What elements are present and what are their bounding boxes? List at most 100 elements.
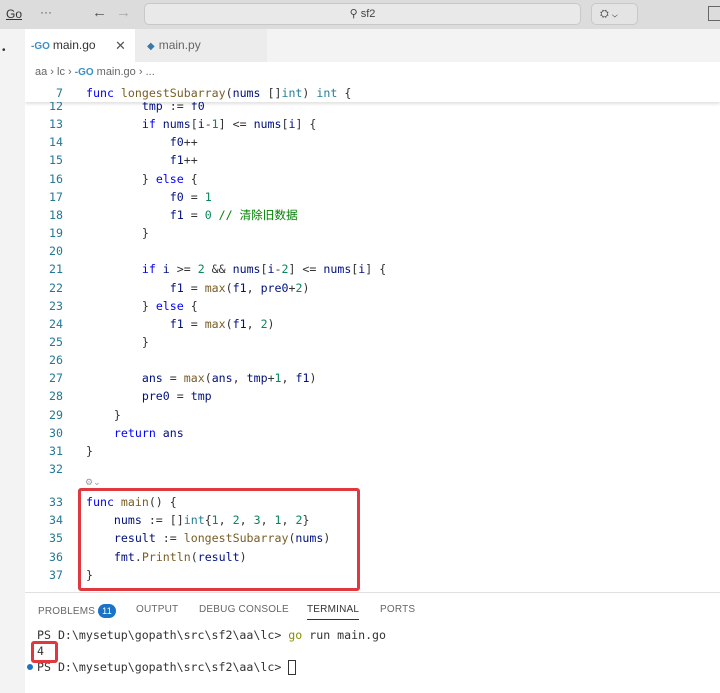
code-token: f1 <box>295 371 310 386</box>
code-token: ] { <box>295 117 317 132</box>
breadcrumb-item[interactable]: main.go <box>97 66 136 78</box>
breadcrumb-item[interactable]: ... <box>146 66 155 78</box>
code-line[interactable]: 25 } <box>25 333 720 351</box>
code-text: if nums[i-1] <= nums[i] { <box>86 115 317 133</box>
code-line[interactable]: 18 f1 = 0 // 清除旧数据 <box>25 206 720 224</box>
panel-tab-problems[interactable]: PROBLEMS 11 <box>38 604 116 618</box>
tab-main-py[interactable]: ◆ main.py <box>135 29 267 62</box>
tab-main-go[interactable]: -GO main.go ✕ <box>25 29 135 62</box>
code-token: 1 <box>204 189 212 204</box>
code-token: ] { <box>365 262 387 277</box>
code-token: } <box>86 407 121 422</box>
code-token: } <box>86 226 149 241</box>
terminal-line[interactable]: PS D:\mysetup\gopath\src\sf2\aa\lc> <box>37 660 297 675</box>
code-line[interactable]: 28 pre0 = tmp <box>25 387 720 405</box>
code-line[interactable]: 22 f1 = max(f1, pre0+2) <box>25 279 720 297</box>
code-line[interactable]: 20 <box>25 242 720 260</box>
bottom-panel: PROBLEMS 11 OUTPUT DEBUG CONSOLE TERMINAL… <box>25 592 720 693</box>
code-token: [ <box>260 262 268 277</box>
code-line[interactable]: 15 f1++ <box>25 151 720 169</box>
code-line[interactable]: 7 func longestSubarray(nums []int) int { <box>25 84 720 102</box>
line-number: 35 <box>49 531 63 546</box>
terminal-status-dot-icon <box>27 664 33 670</box>
code-line[interactable]: 17 f0 = 1 <box>25 188 720 206</box>
code-text: } else { <box>86 297 198 315</box>
copilot-button[interactable]: ⛭ ⌄ <box>591 3 638 25</box>
code-line[interactable]: 31} <box>25 442 720 460</box>
code-token: = <box>183 280 205 295</box>
breadcrumb-item[interactable]: aa <box>35 66 47 78</box>
code-line[interactable]: 21 if i >= 2 && nums[i-2] <= nums[i] { <box>25 260 720 278</box>
code-token: ( <box>204 371 212 386</box>
code-text: f1 = max(f1, 2) <box>86 315 275 333</box>
code-line[interactable]: 29 } <box>25 406 720 424</box>
code-text: } <box>86 333 149 351</box>
code-token: } <box>86 443 93 458</box>
more-menu[interactable]: ··· <box>40 5 52 19</box>
code-line[interactable]: 32 <box>25 460 720 478</box>
line-number: 19 <box>49 226 63 241</box>
code-token: tmp <box>246 371 268 386</box>
code-token: - <box>204 117 212 132</box>
code-token: = <box>183 189 205 204</box>
line-number: 34 <box>49 513 63 528</box>
code-token: + <box>267 371 275 386</box>
code-token: else <box>155 171 184 186</box>
code-line[interactable]: 14 f0++ <box>25 133 720 151</box>
line-number: 32 <box>49 462 63 476</box>
code-token: 2 <box>260 316 268 331</box>
code-token: ( <box>225 280 233 295</box>
code-token: , <box>232 371 247 386</box>
close-icon[interactable]: ✕ <box>115 29 126 62</box>
tab-label: PROBLEMS <box>38 606 96 617</box>
code-token: f0 <box>169 189 184 204</box>
problems-badge: 11 <box>98 604 116 618</box>
code-token: nums <box>253 117 282 132</box>
code-token: f1 <box>232 316 247 331</box>
code-token: nums <box>162 117 191 132</box>
terminal-cursor <box>288 660 297 675</box>
code-line[interactable]: 24 f1 = max(f1, 2) <box>25 315 720 333</box>
command-center-search[interactable]: ⚲ sf2 <box>144 3 581 25</box>
title-bar: Go ··· ← → ⚲ sf2 ⛭ ⌄ <box>0 0 720 29</box>
panel-tab-output[interactable]: OUTPUT <box>136 604 178 615</box>
code-text: } <box>86 442 93 460</box>
code-token: ) <box>267 316 275 331</box>
line-number: 30 <box>49 425 63 440</box>
breadcrumb-item[interactable]: lc <box>57 66 65 78</box>
search-icon: ⚲ <box>349 8 361 20</box>
code-token: int <box>316 86 338 100</box>
code-token: ) <box>302 280 310 295</box>
code-token: ] <= <box>218 117 254 132</box>
back-arrow-icon[interactable]: ← <box>92 4 107 21</box>
code-token: f1 <box>169 316 184 331</box>
code-text: if i >= 2 && nums[i-2] <= nums[i] { <box>86 260 386 278</box>
panel-tab-debug-console[interactable]: DEBUG CONSOLE <box>199 604 289 615</box>
code-token: } <box>86 334 149 349</box>
panel-tab-terminal[interactable]: TERMINAL <box>307 604 360 620</box>
forward-arrow-icon[interactable]: → <box>116 4 131 21</box>
code-token: max <box>183 371 205 386</box>
code-token: ( <box>225 316 233 331</box>
code-token: ) <box>302 86 317 100</box>
code-token: longestSubarray <box>120 86 226 100</box>
panel-tab-ports[interactable]: PORTS <box>380 604 415 615</box>
menu-go[interactable]: Go <box>6 7 22 21</box>
code-line[interactable]: 23 } else { <box>25 297 720 315</box>
code-line[interactable]: 27 ans = max(ans, tmp+1, f1) <box>25 369 720 387</box>
layout-icon[interactable] <box>708 6 720 21</box>
codelens-icon[interactable]: ⚙⌄ <box>85 477 101 488</box>
code-line[interactable]: 16 } else { <box>25 170 720 188</box>
code-line[interactable]: 13 if nums[i-1] <= nums[i] { <box>25 115 720 133</box>
code-token: = <box>169 389 191 404</box>
code-line[interactable]: 30 return ans <box>25 424 720 442</box>
code-line[interactable]: 19 } <box>25 224 720 242</box>
code-token: f1 <box>169 280 184 295</box>
code-text: f0++ <box>86 133 198 151</box>
code-text: pre0 = tmp <box>86 387 212 405</box>
code-line[interactable]: 26 <box>25 351 720 369</box>
